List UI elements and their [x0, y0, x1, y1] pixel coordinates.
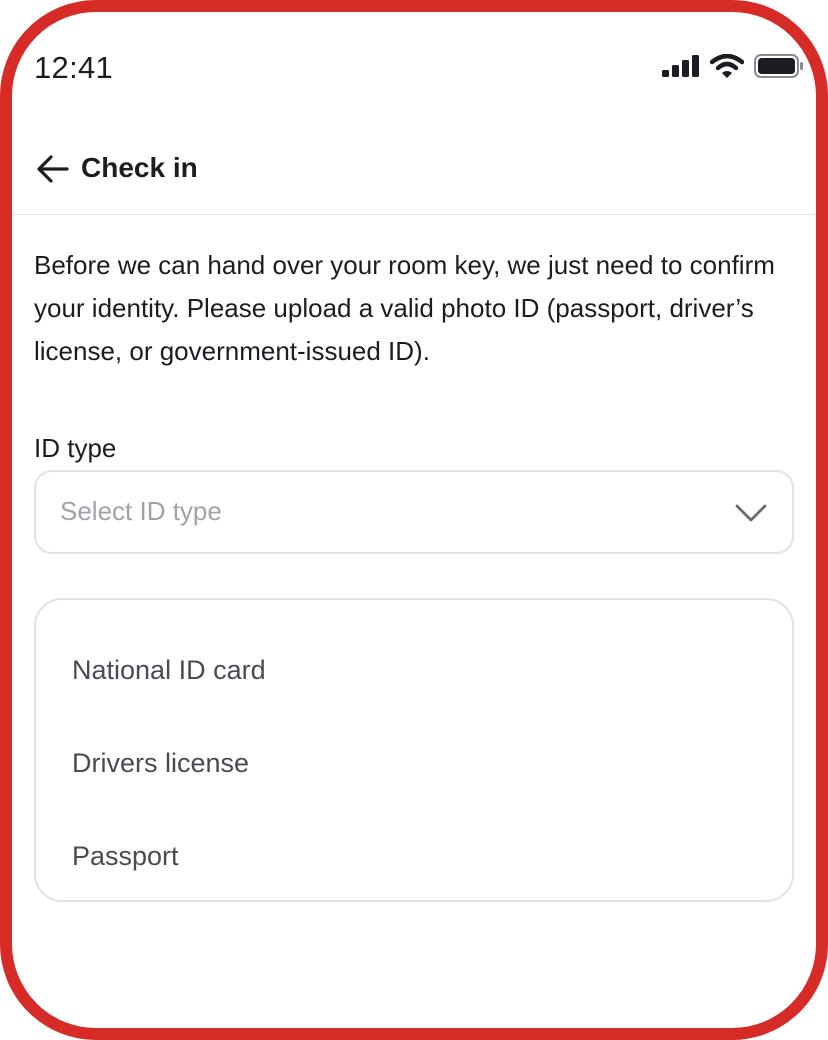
id-type-label: ID type [34, 433, 117, 463]
chevron-down-icon [735, 504, 767, 522]
device-frame: 12:41 Check in Before we can hand over y… [0, 0, 828, 1040]
id-type-options: National ID card Drivers license Passpor… [34, 598, 794, 902]
signal-icon [662, 55, 699, 77]
id-type-placeholder: Select ID type [60, 496, 222, 526]
app-header: Check in [12, 130, 816, 215]
wifi-icon [710, 54, 744, 78]
id-type-select[interactable]: Select ID type [34, 470, 794, 554]
arrow-left-icon[interactable] [36, 152, 70, 186]
option-passport[interactable]: Passport [72, 826, 752, 886]
option-drivers-license[interactable]: Drivers license [72, 733, 752, 793]
option-national-id-card[interactable]: National ID card [72, 640, 752, 700]
battery-icon [754, 54, 803, 78]
intro-text: Before we can hand over your room key, w… [34, 250, 775, 366]
app-screen: 12:41 Check in Before we can hand over y… [12, 12, 816, 1028]
page-title: Check in [81, 152, 198, 183]
status-icons [662, 52, 804, 80]
status-time: 12:41 [34, 50, 114, 85]
